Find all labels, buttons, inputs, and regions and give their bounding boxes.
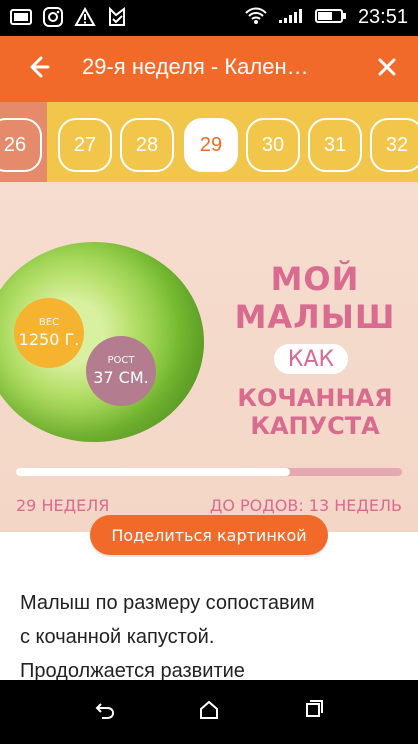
wifi-icon [244,7,268,29]
signal-icon [278,8,304,28]
status-right: 23:51 [244,6,408,29]
week-pill-28[interactable]: 28 [120,118,174,172]
warning-icon [74,6,96,31]
nav-home-button[interactable] [197,700,221,724]
page-title: 29-я неделя - Кален… [82,54,309,79]
headline-pill: КАК [274,344,348,374]
back-button[interactable] [20,52,54,86]
close-button[interactable] [370,52,404,86]
headline-line-2: КАК [222,344,408,374]
recents-icon [301,698,325,726]
weight-label: ВЕС [38,317,60,328]
pregnancy-progress-bar [16,468,402,476]
home-icon [197,698,221,726]
headline-line-1: МОЙ МАЛЫШ [234,260,396,336]
pregnancy-progress-fill [16,468,291,476]
height-label: РОСТ [107,355,135,366]
hero-headline: МОЙ МАЛЫШ КАК КОЧАННАЯ КАПУСТА [222,260,408,440]
week-pill-label: 29 [199,133,223,156]
week-selector: 26 27 28 29 30 31 32 [0,102,418,182]
gallery-icon [10,8,32,30]
hero-card: ВЕС 1250 Г. РОСТ 37 СМ. МОЙ МАЛЫШ КАК КО… [0,182,418,532]
week-pill-32[interactable]: 32 [370,118,418,172]
week-pill-26[interactable]: 26 [0,118,42,172]
week-pill-label: 26 [3,133,27,156]
weight-value: 1250 Г. [18,330,80,349]
week-pill-label: 27 [73,133,97,156]
description-text: Малыш по размеру сопоставим с кочанной к… [20,592,315,682]
instagram-icon [42,6,64,32]
toolbar: 29-я неделя - Кален… [0,36,418,102]
week-pill-label: 31 [323,133,347,156]
week-pill-30[interactable]: 30 [246,118,300,172]
week-pill-31[interactable]: 31 [308,118,362,172]
arrow-left-icon [23,53,51,85]
status-left [10,6,128,32]
nav-recents-button[interactable] [301,700,325,724]
height-value: 37 СМ. [93,368,149,387]
share-image-button[interactable]: Поделиться картинкой [90,515,328,555]
status-bar: 23:51 [0,0,418,36]
height-badge: РОСТ 37 СМ. [86,336,156,406]
android-navigation-bar [0,680,418,744]
weight-badge: ВЕС 1250 Г. [14,298,84,368]
week-pill-27[interactable]: 27 [58,118,112,172]
week-pill-29-active[interactable]: 29 [184,118,238,172]
close-icon [374,54,400,84]
week-pill-label: 32 [385,133,409,156]
week-pill-label: 30 [261,133,285,156]
download-icon [106,6,128,32]
weeks-to-birth-label: ДО РОДОВ: 13 НЕДЕЛЬ [209,496,402,515]
status-time: 23:51 [357,6,408,28]
battery-icon [314,7,348,29]
back-gesture-icon [93,698,117,726]
current-week-label: 29 НЕДЕЛЯ [16,496,110,515]
headline-line-3: КОЧАННАЯ КАПУСТА [237,384,393,440]
week-pill-label: 28 [135,133,159,156]
nav-back-button[interactable] [93,700,117,724]
